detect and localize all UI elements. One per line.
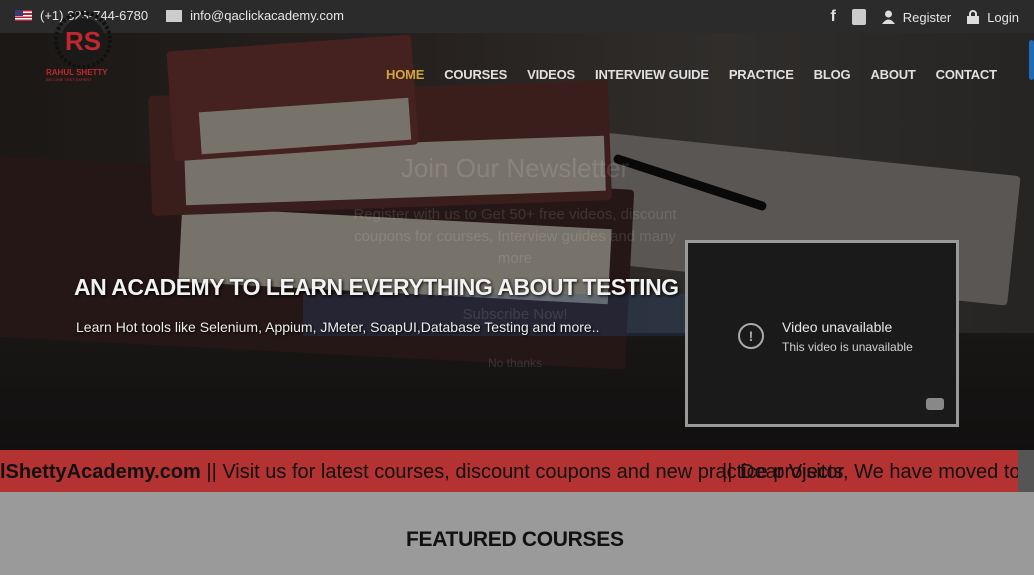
scroll-handle[interactable] — [1029, 40, 1034, 80]
alert-icon: ! — [738, 323, 764, 349]
register-label: Register — [902, 9, 952, 25]
nav-about[interactable]: ABOUT — [870, 67, 915, 82]
newsletter-title: Join Our Newsletter — [400, 153, 630, 183]
user-icon — [881, 10, 895, 24]
lock-icon — [967, 10, 980, 24]
ticker-message-2: Dear Visitor, We have moved to — [740, 461, 1018, 483]
youtube-icon[interactable] — [851, 9, 866, 25]
nav-interview-guide[interactable]: INTERVIEW GUIDE — [595, 67, 709, 82]
video-player[interactable]: ! Video unavailable This video is unavai… — [685, 240, 959, 427]
ticker-separator: || — [722, 461, 733, 483]
us-flag-icon — [15, 10, 32, 21]
video-error-title: Video unavailable — [782, 319, 893, 335]
video-error-subtitle: This video is unavailable — [782, 340, 913, 354]
youtube-logo-icon[interactable] — [926, 398, 944, 410]
nav-home[interactable]: HOME — [386, 67, 424, 82]
mail-icon — [166, 9, 183, 22]
scrollbar[interactable] — [1018, 450, 1034, 492]
svg-text:RS: RS — [65, 26, 101, 56]
featured-courses-heading: FEATURED COURSES — [406, 528, 624, 551]
top-bar-right: f Register Login — [830, 8, 1019, 26]
site-logo[interactable]: RS RAHUL SHETTY BECOME TEST EXPERT — [46, 10, 118, 82]
logo-tagline: BECOME TEST EXPERT — [46, 77, 92, 82]
nav-contact[interactable]: CONTACT — [936, 67, 997, 82]
main-nav: HOME COURSES VIDEOS INTERVIEW GUIDE PRAC… — [386, 67, 1017, 82]
nav-blog[interactable]: BLOG — [814, 67, 851, 82]
email-link[interactable]: info@qaclickacademy.com — [190, 8, 344, 23]
register-link[interactable]: Register — [881, 9, 952, 25]
hero-subtitle: Learn Hot tools like Selenium, Appium, J… — [76, 319, 600, 335]
top-bar: (+1) 323-744-6780 info@qaclickacademy.co… — [0, 0, 1034, 33]
nav-practice[interactable]: PRACTICE — [729, 67, 794, 82]
login-label: Login — [987, 9, 1019, 25]
facebook-icon[interactable]: f — [830, 8, 835, 26]
logo-name: RAHUL SHETTY — [46, 68, 108, 77]
news-ticker[interactable]: lShettyAcademy.com || Visit us for lates… — [0, 450, 1018, 492]
login-link[interactable]: Login — [967, 10, 1019, 25]
hero-title: AN ACADEMY TO LEARN EVERYTHING ABOUT TES… — [74, 274, 679, 300]
ticker-site-name: lShettyAcademy.com — [0, 461, 201, 483]
nav-videos[interactable]: VIDEOS — [527, 67, 575, 82]
nav-courses[interactable]: COURSES — [444, 67, 507, 82]
